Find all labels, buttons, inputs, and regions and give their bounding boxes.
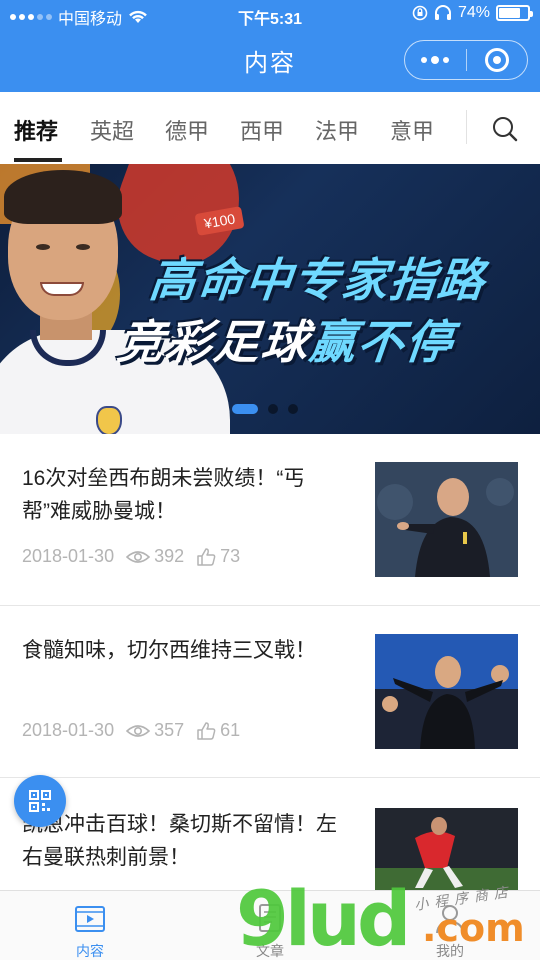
carousel-dot[interactable] bbox=[268, 404, 278, 414]
status-bar: 中国移动 下午5:31 74% bbox=[0, 0, 540, 30]
article-views: 357 bbox=[154, 720, 185, 740]
article-card[interactable]: 凯恩冲击百球！桑切斯不留情！左右曼联热刺前景！ bbox=[0, 778, 540, 890]
active-tab-indicator bbox=[14, 158, 62, 162]
article-card[interactable]: 16次对垒西布朗未尝败绩！“丐帮”难威胁曼城！ 2018-01-30 392 7… bbox=[0, 434, 540, 606]
tab-recommend[interactable]: 推荐 bbox=[14, 114, 58, 146]
rotation-lock-icon bbox=[412, 5, 428, 21]
article-likes: 73 bbox=[220, 546, 241, 566]
article-icon bbox=[259, 904, 281, 932]
banner-subheadline-part2: 赢不停 bbox=[306, 316, 457, 368]
tab-la-liga[interactable]: 西甲 bbox=[240, 114, 284, 146]
user-icon bbox=[436, 905, 464, 934]
battery-icon bbox=[496, 5, 533, 21]
close-ring-icon bbox=[484, 48, 509, 72]
category-tabs: 推荐 英超 德甲 西甲 法甲 意甲 bbox=[0, 92, 540, 164]
article-title: 16次对垒西布朗未尝败绩！“丐帮”难威胁曼城！ bbox=[22, 467, 305, 523]
article-title: 凯恩冲击百球！桑切斯不留情！左右曼联热刺前景！ bbox=[22, 813, 337, 869]
banner-headline: 高命中专家指路 bbox=[146, 254, 489, 306]
thumbs-up-icon bbox=[197, 547, 216, 566]
headphones-icon bbox=[434, 5, 451, 20]
tab-ligue-1[interactable]: 法甲 bbox=[315, 114, 359, 146]
more-menu-button[interactable] bbox=[405, 55, 466, 64]
eye-icon bbox=[126, 724, 151, 737]
title-bar: 内容 bbox=[0, 30, 540, 92]
article-date: 2018-01-30 bbox=[22, 720, 115, 740]
close-button[interactable] bbox=[467, 48, 528, 72]
top-header: 中国移动 下午5:31 74% 内容 bbox=[0, 0, 540, 92]
tab-bundesliga[interactable]: 德甲 bbox=[165, 114, 209, 146]
nav-label: 我的 bbox=[436, 943, 464, 959]
article-title: 食髓知味，切尔西维持三叉戟！ bbox=[22, 639, 316, 662]
qr-code-button[interactable] bbox=[14, 775, 66, 827]
video-icon bbox=[75, 906, 105, 932]
miniprogram-capsule bbox=[404, 40, 528, 80]
thumbs-up-icon bbox=[197, 721, 216, 740]
article-thumbnail bbox=[375, 808, 518, 890]
article-likes: 61 bbox=[220, 720, 241, 740]
article-date: 2018-01-30 bbox=[22, 546, 115, 566]
article-thumbnail bbox=[375, 634, 518, 749]
banner-subheadline: 竞彩足球赢不停 bbox=[115, 306, 458, 372]
article-thumbnail bbox=[375, 462, 518, 577]
article-card[interactable]: 食髓知味，切尔西维持三叉戟！ 2018-01-30 357 61 bbox=[0, 606, 540, 778]
bottom-nav: 内容 文章 我的 bbox=[0, 890, 540, 960]
nav-label: 内容 bbox=[76, 943, 104, 959]
article-views: 392 bbox=[154, 546, 185, 566]
carousel-dot[interactable] bbox=[232, 404, 258, 414]
article-meta: 2018-01-30 357 61 bbox=[22, 720, 240, 741]
status-right: 74% bbox=[412, 4, 533, 22]
tab-premier-league[interactable]: 英超 bbox=[90, 114, 134, 146]
nav-item-me[interactable]: 我的 bbox=[360, 891, 540, 960]
nav-item-articles[interactable]: 文章 bbox=[180, 891, 360, 960]
banner-carousel[interactable]: ¥100 高命中专家指路 竞彩足球赢不停 bbox=[0, 164, 540, 434]
article-meta: 2018-01-30 392 73 bbox=[22, 546, 240, 567]
banner-subheadline-part1: 竞彩足球 bbox=[114, 316, 313, 368]
qr-code-icon bbox=[29, 790, 51, 812]
search-icon[interactable] bbox=[490, 114, 520, 144]
nav-item-content[interactable]: 内容 bbox=[0, 891, 180, 960]
club-crest-icon bbox=[96, 406, 122, 434]
carousel-indicator bbox=[232, 404, 298, 414]
tab-serie-a[interactable]: 意甲 bbox=[390, 114, 434, 146]
nav-label: 文章 bbox=[256, 943, 284, 959]
tabs-divider bbox=[466, 110, 467, 144]
carousel-dot[interactable] bbox=[288, 404, 298, 414]
eye-icon bbox=[126, 550, 151, 563]
battery-percent: 74% bbox=[457, 4, 490, 21]
